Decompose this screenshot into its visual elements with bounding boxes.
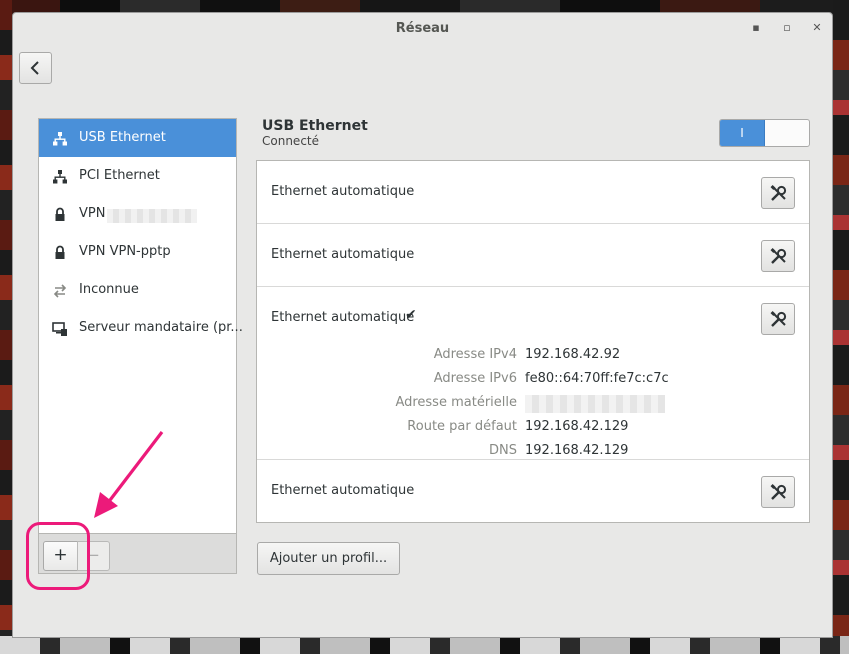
sidebar-item-usb-ethernet[interactable]: USB Ethernet <box>39 119 236 157</box>
detail-value: 192.168.42.92 <box>525 347 621 362</box>
detail-row: Route par défaut 192.168.42.129 <box>257 419 809 439</box>
profile-name: Ethernet automatique <box>271 247 415 262</box>
sidebar-item-pci-ethernet[interactable]: PCI Ethernet <box>39 157 236 195</box>
sidebar-item-vpn[interactable]: VPN <box>39 195 236 233</box>
device-power-switch[interactable]: I <box>719 119 810 147</box>
annotation-arrow-icon <box>94 431 164 518</box>
annotation-highlight-circle <box>26 522 90 590</box>
detail-row: Adresse IPv4 192.168.42.92 <box>257 347 809 367</box>
settings-tools-icon <box>770 311 787 327</box>
lock-icon <box>55 207 65 221</box>
profile-settings-button[interactable] <box>761 240 795 272</box>
sidebar-item-vpn-pptp[interactable]: VPN VPN-pptp <box>39 233 236 271</box>
detail-value-redacted <box>525 395 665 413</box>
network-settings-window: Réseau ▪ ▫ ✕ USB Ethernet PCI Ethernet V… <box>12 12 833 638</box>
detail-value: 192.168.42.129 <box>525 443 629 458</box>
wired-network-icon <box>53 132 67 146</box>
desktop-background-strip-right <box>833 0 849 654</box>
profile-name: Ethernet automatique <box>271 483 415 498</box>
profile-settings-button[interactable] <box>761 303 795 335</box>
detail-key: Route par défaut <box>407 419 517 434</box>
settings-tools-icon <box>770 248 787 264</box>
profile-row[interactable]: Ethernet automatique <box>257 460 809 523</box>
back-button[interactable] <box>19 52 52 84</box>
detail-key: Adresse IPv4 <box>433 347 517 362</box>
profile-settings-button[interactable] <box>761 177 795 209</box>
profile-row[interactable]: Ethernet automatique <box>257 224 809 287</box>
sidebar-item-label: USB Ethernet <box>79 130 166 145</box>
active-check-icon: ✔ <box>405 307 417 323</box>
device-status: Connecté <box>262 134 319 148</box>
transfer-arrows-icon <box>53 284 67 298</box>
profile-row-active[interactable]: Ethernet automatique ✔ Adresse IPv4 192.… <box>257 287 809 460</box>
sidebar-item-label: Inconnue <box>79 282 139 297</box>
profile-name: Ethernet automatique <box>271 184 415 199</box>
lock-icon <box>55 245 65 259</box>
window-title: Réseau <box>395 21 450 36</box>
sidebar-item-inconnue[interactable]: Inconnue <box>39 271 236 309</box>
switch-on-label: I <box>720 120 765 146</box>
profile-list: Ethernet automatique Ethernet automatiqu… <box>256 160 810 523</box>
close-button[interactable]: ✕ <box>811 22 823 34</box>
sidebar-item-label: PCI Ethernet <box>79 168 160 183</box>
wired-network-icon <box>53 170 67 184</box>
detail-key: DNS <box>489 443 517 458</box>
detail-value: 192.168.42.129 <box>525 419 629 434</box>
proxy-computer-icon <box>52 322 67 336</box>
chevron-left-icon <box>30 61 39 75</box>
profile-row[interactable]: Ethernet automatique <box>257 161 809 224</box>
detail-row: Adresse matérielle <box>257 395 809 415</box>
sidebar-item-label: VPN <box>79 206 106 221</box>
detail-value: fe80::64:70ff:fe7c:c7c <box>525 371 669 386</box>
detail-key: Adresse matérielle <box>395 395 517 410</box>
sidebar-item-label: VPN VPN-pptp <box>79 244 171 259</box>
add-profile-button[interactable]: Ajouter un profil... <box>257 542 400 575</box>
minimize-button[interactable]: ▪ <box>750 22 762 34</box>
desktop-background-strip-bottom <box>0 636 849 654</box>
settings-tools-icon <box>770 185 787 201</box>
redacted-text <box>107 209 197 223</box>
sidebar-item-proxy[interactable]: Serveur mandataire (pr... <box>39 309 243 347</box>
profile-settings-button[interactable] <box>761 476 795 508</box>
title-bar[interactable]: Réseau ▪ ▫ ✕ <box>13 13 832 44</box>
desktop-background-strip-left <box>0 0 12 654</box>
detail-row: Adresse IPv6 fe80::64:70ff:fe7c:c7c <box>257 371 809 391</box>
settings-tools-icon <box>770 484 787 500</box>
maximize-button[interactable]: ▫ <box>781 22 793 34</box>
detail-key: Adresse IPv6 <box>433 371 517 386</box>
device-title: USB Ethernet <box>262 118 368 134</box>
profile-name: Ethernet automatique <box>271 310 415 325</box>
sidebar-item-label: Serveur mandataire (pr... <box>79 320 243 335</box>
